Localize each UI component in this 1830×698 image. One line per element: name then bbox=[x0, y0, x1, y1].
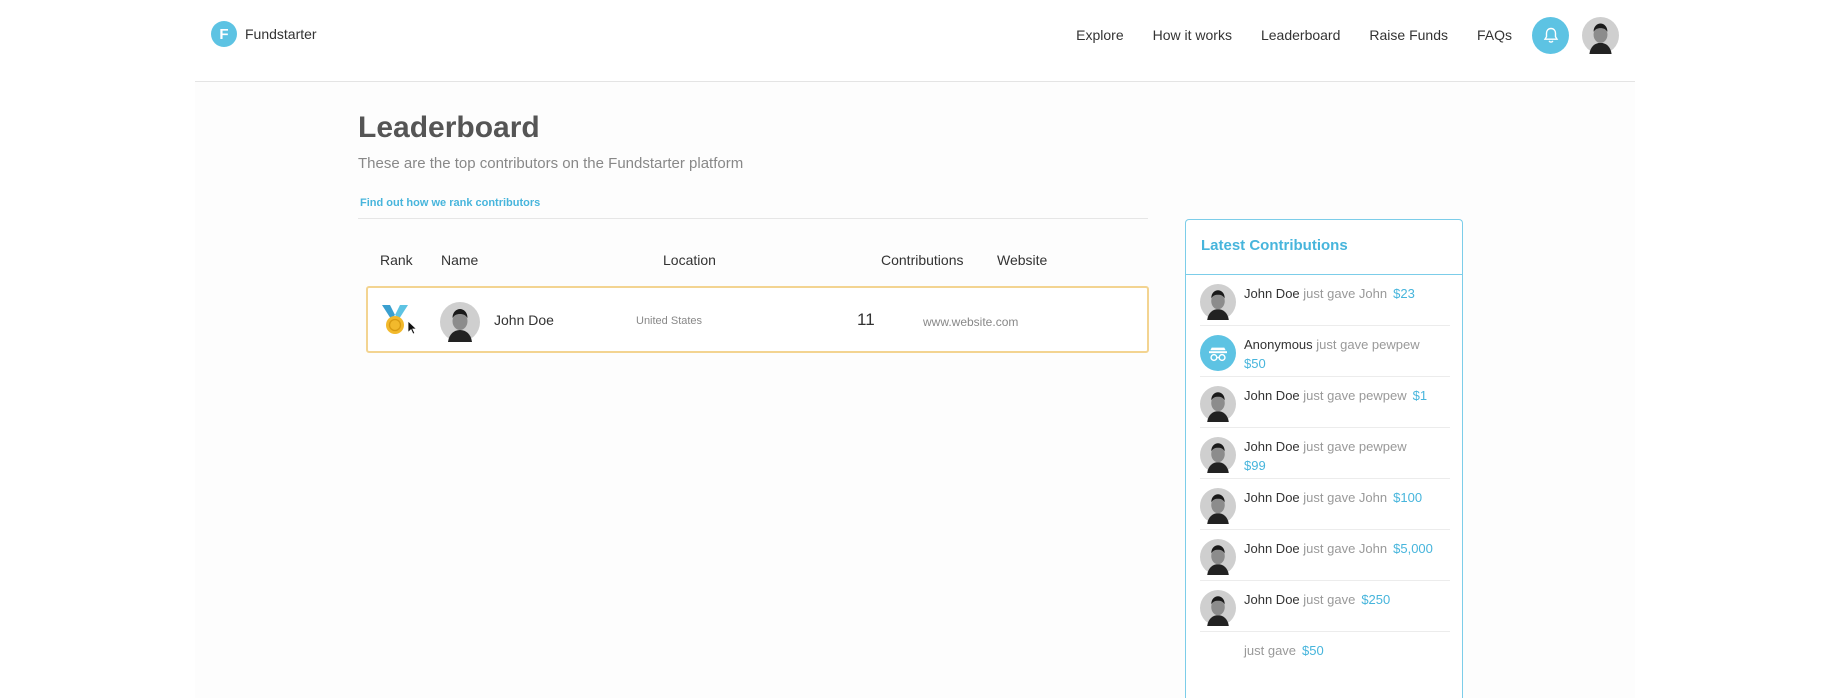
contribution-text: John Doe just gave $250 bbox=[1244, 590, 1434, 609]
column-header-name: Name bbox=[441, 252, 479, 268]
nav-how-it-works[interactable]: How it works bbox=[1153, 16, 1232, 54]
contribution-amount: $100 bbox=[1393, 490, 1423, 505]
column-header-rank: Rank bbox=[380, 252, 413, 268]
contributor-name: Anonymous bbox=[1244, 337, 1313, 352]
contribution-action: just gave John bbox=[1303, 286, 1388, 301]
top-header: F Fundstarter Explore How it works Leade… bbox=[195, 0, 1635, 82]
contributor-name: John Doe bbox=[1244, 592, 1300, 607]
brand-name: Fundstarter bbox=[245, 26, 317, 42]
column-header-website: Website bbox=[997, 252, 1048, 268]
nav-raise-funds[interactable]: Raise Funds bbox=[1369, 16, 1448, 54]
contributor-name: John Doe bbox=[1244, 439, 1300, 454]
list-item[interactable]: John Doe just gave John $100 bbox=[1200, 479, 1450, 530]
contribution-amount: $250 bbox=[1361, 592, 1391, 607]
contributor-name: John Doe bbox=[1244, 490, 1300, 505]
contribution-action: just gave bbox=[1303, 592, 1356, 607]
contribution-text: John Doe just gave John $100 bbox=[1244, 488, 1434, 507]
contribution-amount: $99 bbox=[1244, 458, 1266, 473]
notifications-button[interactable] bbox=[1532, 16, 1569, 54]
latest-contributions-panel: Latest Contributions John Doe just gave … bbox=[1185, 219, 1463, 698]
avatar bbox=[1200, 488, 1236, 524]
contribution-text: John Doe just gave pewpew $1 bbox=[1244, 386, 1434, 405]
bell-icon bbox=[1543, 27, 1558, 43]
contribution-action: just gave bbox=[1244, 643, 1297, 658]
logo-icon: F bbox=[211, 21, 237, 47]
table-row[interactable]: John Doe United States 11 www.website.co… bbox=[366, 286, 1149, 353]
contribution-amount: $1 bbox=[1412, 388, 1428, 403]
app-canvas: F Fundstarter Explore How it works Leade… bbox=[195, 0, 1635, 698]
contributor-website[interactable]: www.website.com bbox=[923, 315, 1018, 329]
avatar bbox=[1200, 437, 1236, 473]
list-item[interactable]: just gave $50 bbox=[1200, 632, 1450, 683]
avatar bbox=[1200, 590, 1236, 626]
contribution-amount: $50 bbox=[1302, 643, 1324, 658]
nav-explore[interactable]: Explore bbox=[1076, 16, 1123, 54]
contribution-amount: $50 bbox=[1244, 356, 1266, 371]
column-header-location: Location bbox=[663, 252, 716, 268]
gold-medal-icon bbox=[380, 304, 410, 341]
contributor-location: United States bbox=[636, 315, 703, 327]
contribution-action: just gave pewpew bbox=[1303, 439, 1407, 454]
panel-title: Latest Contributions bbox=[1186, 220, 1462, 275]
user-avatar[interactable] bbox=[1582, 16, 1619, 54]
contribution-action: just gave pewpew bbox=[1316, 337, 1420, 352]
list-item[interactable]: John Doe just gave John $5,000 bbox=[1200, 530, 1450, 581]
list-item[interactable]: Anonymous just gave pewpew $50 bbox=[1200, 326, 1450, 377]
list-item[interactable]: John Doe just gave $250 bbox=[1200, 581, 1450, 632]
contribution-text: John Doe just gave John $5,000 bbox=[1244, 539, 1434, 558]
anonymous-icon bbox=[1200, 335, 1236, 376]
contribution-amount: $23 bbox=[1393, 286, 1415, 301]
contribution-text: John Doe just gave John $23 bbox=[1244, 284, 1434, 303]
avatar bbox=[1200, 284, 1236, 320]
nav-leaderboard[interactable]: Leaderboard bbox=[1261, 16, 1340, 54]
page-subtitle: These are the top contributors on the Fu… bbox=[358, 155, 744, 172]
rank-info-link[interactable]: Find out how we rank contributors bbox=[360, 197, 540, 209]
avatar bbox=[1200, 539, 1236, 575]
contribution-action: just gave pewpew bbox=[1303, 388, 1407, 403]
contribution-amount: $5,000 bbox=[1393, 541, 1433, 556]
contributor-name: John Doe bbox=[1244, 388, 1300, 403]
mouse-cursor-icon bbox=[407, 320, 418, 340]
avatar bbox=[1200, 386, 1236, 422]
contribution-text: just gave $50 bbox=[1244, 641, 1434, 660]
avatar bbox=[440, 302, 480, 342]
contribution-text: John Doe just gave pewpew $99 bbox=[1244, 437, 1434, 475]
contribution-action: just gave John bbox=[1303, 490, 1388, 505]
column-header-contributions: Contributions bbox=[881, 252, 964, 268]
contributor-contributions: 11 bbox=[857, 310, 875, 329]
contributor-name: John Doe bbox=[1244, 286, 1300, 301]
brand-logo[interactable]: F Fundstarter bbox=[211, 21, 317, 47]
contribution-text: Anonymous just gave pewpew $50 bbox=[1244, 335, 1434, 373]
nav-faqs[interactable]: FAQs bbox=[1477, 16, 1512, 54]
list-item[interactable]: John Doe just gave pewpew $99 bbox=[1200, 428, 1450, 479]
contributor-name: John Doe bbox=[1244, 541, 1300, 556]
list-item[interactable]: John Doe just gave John $23 bbox=[1200, 275, 1450, 326]
list-item[interactable]: John Doe just gave pewpew $1 bbox=[1200, 377, 1450, 428]
section-divider bbox=[358, 218, 1148, 219]
main-nav: Explore How it works Leaderboard Raise F… bbox=[1076, 16, 1619, 54]
page-title: Leaderboard bbox=[358, 111, 540, 144]
contribution-action: just gave John bbox=[1303, 541, 1388, 556]
contributor-name[interactable]: John Doe bbox=[494, 312, 554, 328]
